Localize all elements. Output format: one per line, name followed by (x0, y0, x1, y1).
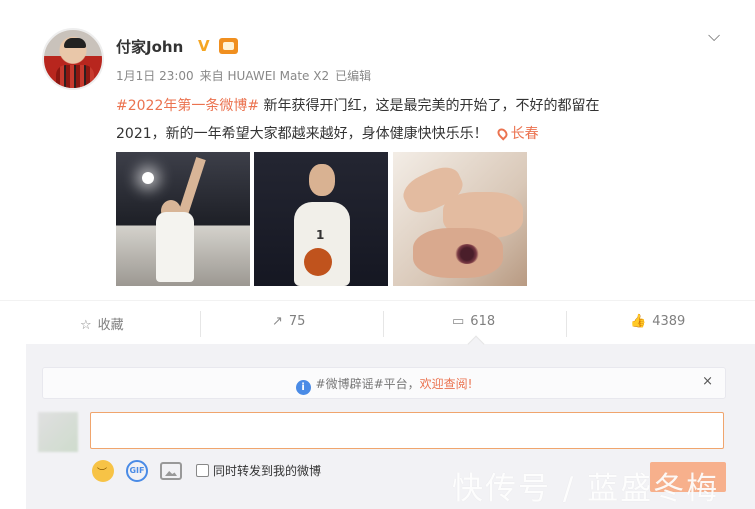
hashtag-link[interactable]: #2022年第一条微博# (116, 98, 259, 114)
repost-count: 75 (288, 314, 306, 329)
jersey-number: 1 (316, 228, 325, 242)
rumor-notice: i #微博辟谣#平台，欢迎查阅! × (42, 367, 726, 399)
avatar-shirt (56, 65, 94, 88)
thumbs-up-icon: 👍 (630, 314, 647, 329)
post-image-1[interactable] (116, 152, 250, 286)
repost-icon: ↗ (272, 314, 283, 329)
comment-icon: ▭ (452, 314, 465, 329)
username[interactable]: 付家John (116, 36, 183, 57)
repost-to-my-weibo[interactable]: 同时转发到我的微博 (196, 462, 321, 479)
notice-text: i #微博辟谣#平台，欢迎查阅! (43, 375, 725, 395)
comment-button[interactable]: ▭ 618 (452, 314, 495, 329)
post-content: #2022年第一条微博# 新年获得开门红，这是最完美的开始了，不好的都留在 20… (116, 92, 716, 148)
post-date[interactable]: 1月1日 23:00 (116, 69, 194, 83)
basketball (304, 248, 332, 276)
weibo-post: 付家John V ⌵ 1月1日 23:00 来自 HUAWEI Mate X2 已编… (0, 0, 755, 300)
info-icon: i (295, 380, 311, 395)
comment-input[interactable] (90, 412, 724, 449)
divider (566, 311, 567, 337)
close-icon[interactable]: × (702, 374, 713, 389)
post-text-line2: 2021，新的一年希望大家都越来越好，身体健康快快乐乐！ (116, 126, 488, 142)
gif-icon[interactable]: GIF (126, 460, 148, 482)
my-avatar (38, 412, 78, 452)
image-icon[interactable] (160, 462, 182, 480)
emoji-icon[interactable] (92, 460, 114, 482)
post-meta: 1月1日 23:00 来自 HUAWEI Mate X2 已编辑 (116, 67, 377, 84)
player-face (309, 164, 335, 196)
edited-label[interactable]: 已编辑 (335, 69, 371, 83)
notice-prefix: #微博辟谣#平台， (315, 377, 420, 391)
action-bar: ☆ 收藏 ↗ 75 ▭ 618 👍 4389 (0, 300, 755, 344)
comment-count: 618 (470, 314, 496, 329)
star-icon: ☆ (80, 318, 92, 333)
favorite-button[interactable]: ☆ 收藏 (80, 314, 124, 333)
verified-badge-icon: V (198, 37, 210, 55)
post-image-3[interactable] (393, 152, 527, 286)
post-text-line1: 新年获得开门红，这是最完美的开始了，不好的都留在 (259, 98, 600, 114)
notice-link[interactable]: 欢迎查阅! (420, 377, 473, 391)
avatar[interactable] (42, 28, 104, 90)
repost-button[interactable]: ↗ 75 (272, 314, 305, 329)
post-source: 来自 HUAWEI Mate X2 (199, 69, 330, 83)
divider (200, 311, 201, 337)
player-body (156, 212, 194, 282)
like-count: 4389 (652, 314, 686, 329)
post-image-2[interactable]: 1 (254, 152, 388, 286)
divider (383, 311, 384, 337)
watermark: 快传号 / 蓝盛冬梅 (452, 471, 720, 507)
arena-light (142, 172, 154, 184)
chevron-down-icon[interactable]: ⌵ (708, 26, 720, 46)
repost-checkbox[interactable] (196, 464, 209, 477)
favorite-label: 收藏 (97, 318, 124, 333)
location-pin-icon (495, 126, 510, 141)
bruise (455, 244, 479, 264)
avatar-hair (64, 38, 86, 48)
repost-checkbox-label: 同时转发到我的微博 (213, 464, 322, 478)
location-link[interactable]: 长春 (511, 126, 539, 142)
vip-crown-icon (219, 38, 238, 54)
like-button[interactable]: 👍 4389 (630, 314, 685, 329)
